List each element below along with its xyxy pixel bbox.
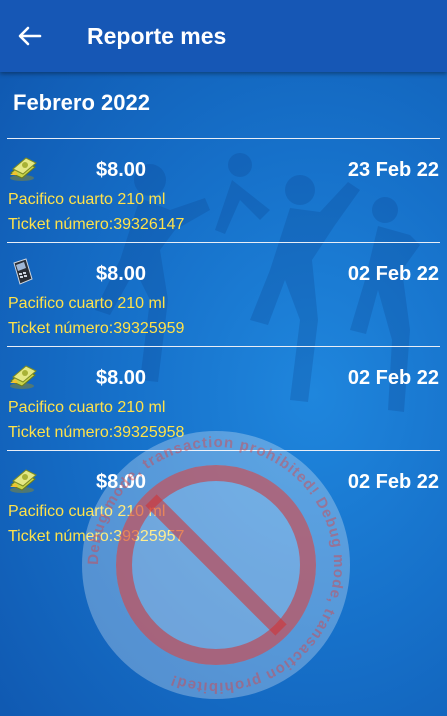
cash-icon xyxy=(10,157,37,181)
transaction-date: 02 Feb 22 xyxy=(347,367,439,389)
transaction-row[interactable]: $8.00 02 Feb 22 Pacifico cuarto 210 ml T… xyxy=(0,451,447,554)
transaction-row[interactable]: $8.00 02 Feb 22 Pacifico cuarto 210 ml T… xyxy=(0,347,447,450)
transaction-amount: $8.00 xyxy=(96,263,147,285)
transaction-ticket: Ticket número:39325959 xyxy=(8,320,185,337)
transaction-amount: $8.00 xyxy=(96,471,147,493)
transaction-ticket: Ticket número:39325957 xyxy=(8,528,185,545)
card-terminal-icon xyxy=(13,258,33,285)
cash-icon xyxy=(10,469,37,493)
transaction-date: 02 Feb 22 xyxy=(347,471,439,493)
transaction-row[interactable]: $8.00 02 Feb 22 Pacifico cuarto 210 ml T… xyxy=(0,243,447,346)
app-bar: Reporte mes xyxy=(0,0,447,72)
transaction-product: Pacifico cuarto 210 ml xyxy=(8,191,166,208)
transaction-product: Pacifico cuarto 210 ml xyxy=(8,399,166,416)
page-title: Reporte mes xyxy=(87,23,227,49)
transaction-date: 02 Feb 22 xyxy=(347,263,439,285)
month-header: Febrero 2022 xyxy=(13,90,150,115)
transaction-date: 23 Feb 22 xyxy=(347,159,439,181)
transaction-amount: $8.00 xyxy=(96,159,147,181)
transaction-product: Pacifico cuarto 210 ml xyxy=(8,503,166,520)
arrow-left-icon xyxy=(18,26,42,46)
transaction-row[interactable]: $8.00 23 Feb 22 Pacifico cuarto 210 ml T… xyxy=(0,139,447,242)
transaction-amount: $8.00 xyxy=(96,367,147,389)
transaction-ticket: Ticket número:39326147 xyxy=(8,216,185,233)
transaction-list: $8.00 23 Feb 22 Pacifico cuarto 210 ml T… xyxy=(0,138,447,554)
transaction-product: Pacifico cuarto 210 ml xyxy=(8,295,166,312)
cash-icon xyxy=(10,365,37,389)
back-button[interactable] xyxy=(14,22,46,50)
transaction-ticket: Ticket número:39325958 xyxy=(8,424,185,441)
